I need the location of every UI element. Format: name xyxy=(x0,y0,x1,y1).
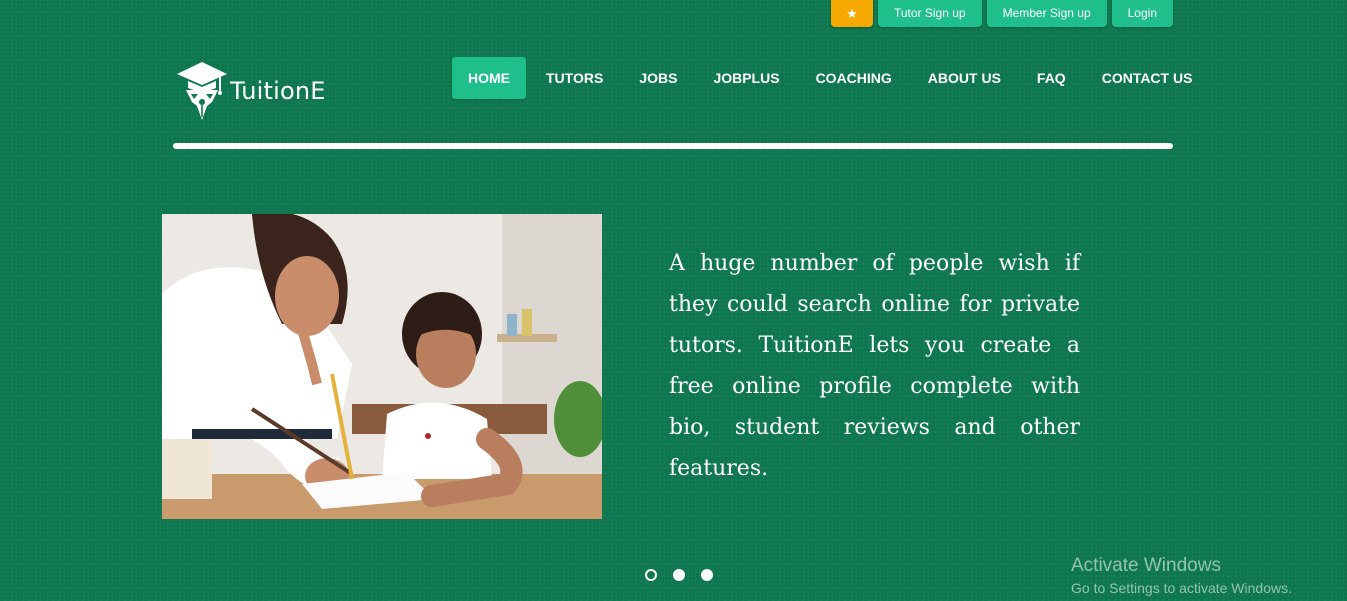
login-button[interactable]: Login xyxy=(1111,0,1173,27)
favorite-star-button[interactable]: ★ xyxy=(830,0,873,27)
carousel-indicators xyxy=(645,569,713,581)
star-icon: ★ xyxy=(846,6,858,21)
nav-faq[interactable]: FAQ xyxy=(1021,57,1082,99)
watermark-subtitle: Go to Settings to activate Windows. xyxy=(1071,580,1292,596)
carousel-dot[interactable] xyxy=(673,569,685,581)
carousel-dot[interactable] xyxy=(701,569,713,581)
logo-text: TuitionE xyxy=(230,77,326,105)
hero-description: A huge number of people wish if they cou… xyxy=(669,251,1080,481)
tutor-signup-button[interactable]: Tutor Sign up xyxy=(877,0,982,27)
carousel-dot[interactable] xyxy=(645,569,657,581)
watermark-title: Activate Windows xyxy=(1071,555,1221,576)
header-divider xyxy=(173,143,1173,149)
nav-home[interactable]: HOME xyxy=(452,57,526,99)
site-logo[interactable]: TuitionE xyxy=(176,60,326,122)
nav-about-us[interactable]: ABOUT US xyxy=(912,57,1017,99)
nav-jobplus[interactable]: JOBPLUS xyxy=(697,57,795,99)
windows-activation-watermark: Activate Windows Go to Settings to activ… xyxy=(1071,555,1292,596)
top-utility-bar: ★ Tutor Sign up Member Sign up Login xyxy=(830,0,1173,27)
nav-contact-us[interactable]: CONTACT US xyxy=(1086,57,1209,99)
member-signup-button[interactable]: Member Sign up xyxy=(986,0,1107,27)
hero-photo xyxy=(162,214,602,519)
nav-tutors[interactable]: TUTORS xyxy=(530,57,619,99)
nav-coaching[interactable]: COACHING xyxy=(800,57,908,99)
main-nav: HOME TUTORS JOBS JOBPLUS COACHING ABOUT … xyxy=(452,57,1212,99)
graduation-cap-pen-icon xyxy=(177,62,227,120)
nav-jobs[interactable]: JOBS xyxy=(623,57,693,99)
